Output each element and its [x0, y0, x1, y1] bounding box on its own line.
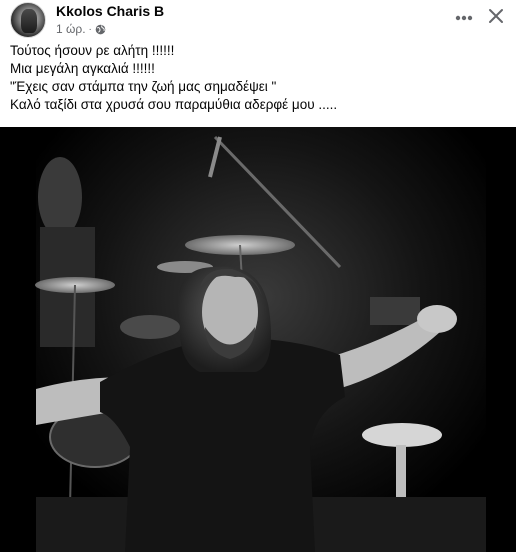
meta-separator: · [88, 23, 92, 35]
author-avatar[interactable] [10, 2, 46, 38]
post-timestamp[interactable]: 1 ώρ. [56, 22, 86, 36]
more-horizontal-icon[interactable] [452, 6, 476, 30]
post-header: Kkolos Charis B 1 ώρ. · [0, 0, 516, 40]
post-text-line-2: Μια μεγάλη αγκαλιά !!!!!! [10, 61, 155, 76]
concert-photo-image [0, 127, 516, 552]
facebook-post: Kkolos Charis B 1 ώρ. · Τούτος ήσουν ρε … [0, 0, 516, 552]
close-icon[interactable] [484, 4, 508, 28]
post-text-line-4: Καλό ταξίδι στα χρυσά σου παραμύθια αδερ… [10, 97, 338, 112]
post-text-line-3: "Έχεις σαν στάμπα την ζωή μας σημαδέψει … [10, 79, 277, 94]
post-photo[interactable] [0, 127, 516, 552]
post-meta: 1 ώρ. · [56, 22, 106, 36]
globe-icon[interactable] [95, 24, 106, 35]
post-text-line-1: Τούτος ήσουν ρε αλήτη !!!!!! [10, 43, 175, 58]
post-text: Τούτος ήσουν ρε αλήτη !!!!!! Μια μεγάλη … [10, 42, 506, 114]
author-name[interactable]: Kkolos Charis B [56, 3, 164, 19]
